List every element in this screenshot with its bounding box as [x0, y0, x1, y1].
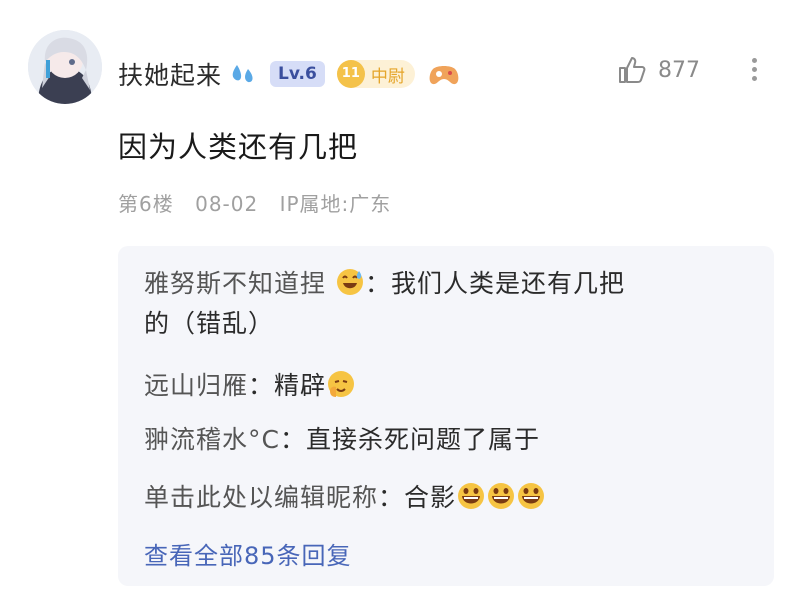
ip-location: IP属地:广东 — [279, 192, 392, 216]
rank-medal-icon: 11 — [336, 60, 365, 88]
reply-username[interactable]: 单击此处以编辑昵称 — [144, 483, 378, 512]
grin-face-icon — [518, 483, 545, 509]
avatar[interactable] — [28, 30, 102, 104]
more-options-icon[interactable] — [748, 54, 760, 88]
sweat-smile-icon — [336, 269, 363, 295]
comment-text: 因为人类还有几把 — [118, 130, 359, 164]
reply-text: 我们人类是还有几把 — [390, 269, 625, 298]
reply-separator: ： — [279, 425, 306, 454]
avatar-image — [28, 30, 102, 104]
reply-item[interactable]: 远山归雁：精辟 — [144, 366, 356, 406]
reply-text: 直接杀死问题了属于 — [305, 425, 540, 454]
grin-face-icon — [488, 483, 515, 509]
reply-text-continued: 的（错乱） — [144, 309, 275, 338]
sweat-drops-icon — [232, 65, 253, 83]
comment-meta: 第6楼 08-02 IP属地:广东 — [118, 188, 405, 217]
reply-username[interactable]: 翀流稽水°C — [144, 425, 280, 454]
reply-username[interactable]: 远山归雁 — [144, 371, 248, 400]
reply-separator: ： — [248, 371, 275, 400]
game-controller-icon — [429, 66, 459, 85]
reply-item[interactable]: 单击此处以编辑昵称：合影 — [144, 478, 546, 518]
replies-panel: 雅努斯不知道捏 ：我们人类是还有几把 的（错乱） 远山归雁：精辟 翀流稽水°C：… — [118, 246, 774, 586]
rank-badge: 11 中尉 — [336, 60, 415, 88]
reply-separator: ： — [364, 269, 391, 298]
like-button[interactable]: 877 — [616, 54, 700, 86]
thumbs-up-icon — [619, 57, 646, 83]
reply-username[interactable]: 雅努斯不知道捏 — [144, 269, 326, 298]
comment-header: 扶她起来 Lv.6 11 中尉 — [118, 54, 461, 94]
view-all-replies-link[interactable]: 查看全部85条回复 — [144, 536, 352, 571]
reply-item[interactable]: 翀流稽水°C：直接杀死问题了属于 — [144, 420, 540, 460]
reply-separator: ： — [378, 483, 405, 512]
reply-text: 精辟 — [274, 371, 327, 400]
floor-number: 第6楼 — [118, 192, 174, 216]
reply-item[interactable]: 雅努斯不知道捏 ：我们人类是还有几把 的（错乱） — [144, 264, 625, 344]
like-count: 877 — [658, 57, 700, 83]
grin-face-icon — [458, 483, 485, 509]
rank-title: 中尉 — [370, 66, 405, 87]
level-badge: Lv.6 — [270, 61, 325, 87]
username[interactable]: 扶她起来 — [118, 56, 222, 92]
reply-text: 合影 — [404, 483, 457, 512]
comment-date: 08-02 — [195, 192, 259, 216]
thumbs-up-face-icon — [328, 371, 355, 397]
